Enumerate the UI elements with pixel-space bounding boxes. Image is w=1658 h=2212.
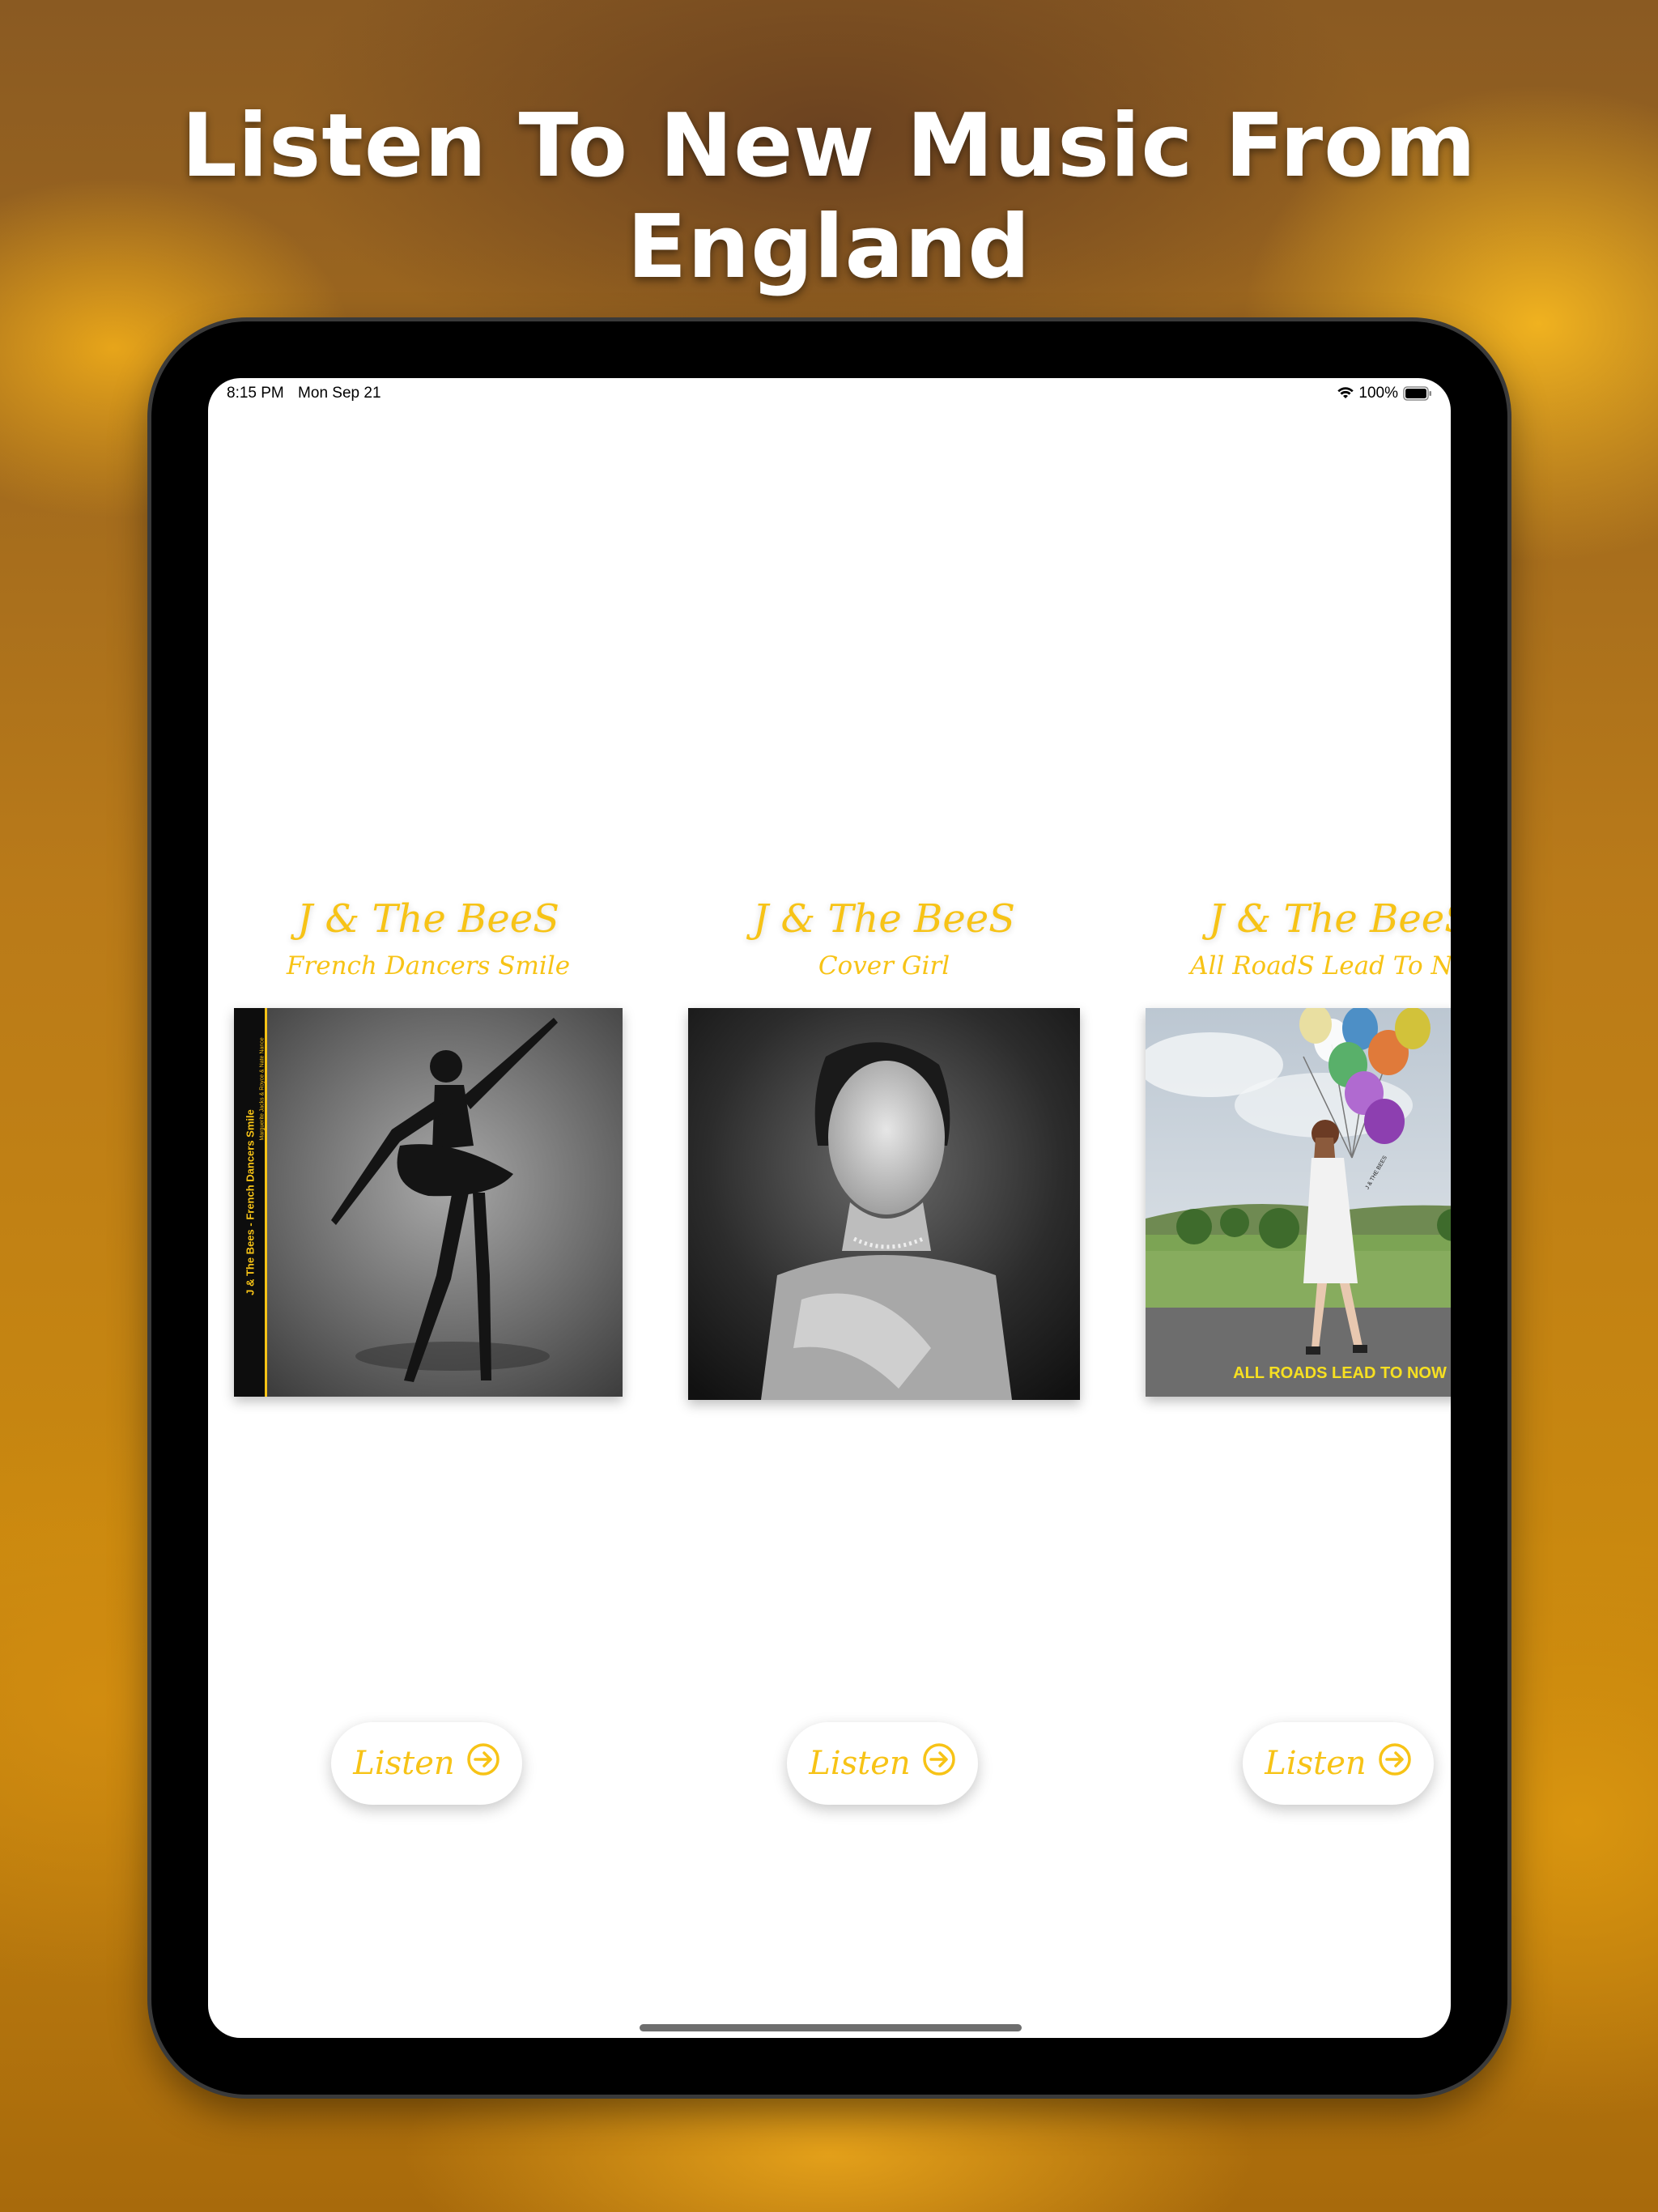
album-card[interactable]: J & The BeeS All RoadS Lead To Now <box>1137 896 1451 1805</box>
album-cover[interactable]: J & The Bees - French Dancers Smile Marg… <box>234 1008 623 1397</box>
album-title: All RoadS Lead To Now <box>1190 951 1451 981</box>
listen-button[interactable]: Listen <box>1243 1722 1434 1805</box>
album-title: Cover Girl <box>818 951 950 981</box>
arrow-circle-right-icon <box>1378 1742 1412 1784</box>
home-indicator[interactable] <box>640 2024 1022 2031</box>
listen-button[interactable]: Listen <box>331 1722 522 1805</box>
listen-label: Listen <box>809 1745 911 1782</box>
album-artist: J & The BeeS <box>1208 896 1451 942</box>
album-cover[interactable] <box>688 1008 1080 1400</box>
album-cover[interactable]: ALL ROADS LEAD TO NOW J & THE BEES <box>1146 1008 1451 1397</box>
album-artist: J & The BeeS <box>752 896 1016 942</box>
album-title: French Dancers Smile <box>286 951 571 981</box>
album-carousel[interactable]: J & The BeeS French Dancers Smile J & Th… <box>208 378 1451 2038</box>
arrow-circle-right-icon <box>466 1742 500 1784</box>
listen-button[interactable]: Listen <box>787 1722 978 1805</box>
listen-label: Listen <box>1265 1745 1367 1782</box>
listen-label: Listen <box>353 1745 455 1782</box>
album-card[interactable]: J & The BeeS Cover Girl Listen <box>682 896 1086 1805</box>
album-artist: J & The BeeS <box>296 896 560 942</box>
app-screen: 8:15 PM Mon Sep 21 100% J & The BeeS Fre… <box>208 378 1451 2038</box>
arrow-circle-right-icon <box>922 1742 956 1784</box>
album-card[interactable]: J & The BeeS French Dancers Smile J & Th… <box>226 896 631 1805</box>
cover-spine-subtext: Marguerite Jacks & Royce & Nate Nance <box>259 1037 266 1141</box>
cover-title-text: ALL ROADS LEAD TO NOW <box>1233 1364 1447 1382</box>
headline: Listen To New Music From England <box>181 96 1477 298</box>
ipad-device-frame: 8:15 PM Mon Sep 21 100% J & The BeeS Fre… <box>151 321 1507 2095</box>
